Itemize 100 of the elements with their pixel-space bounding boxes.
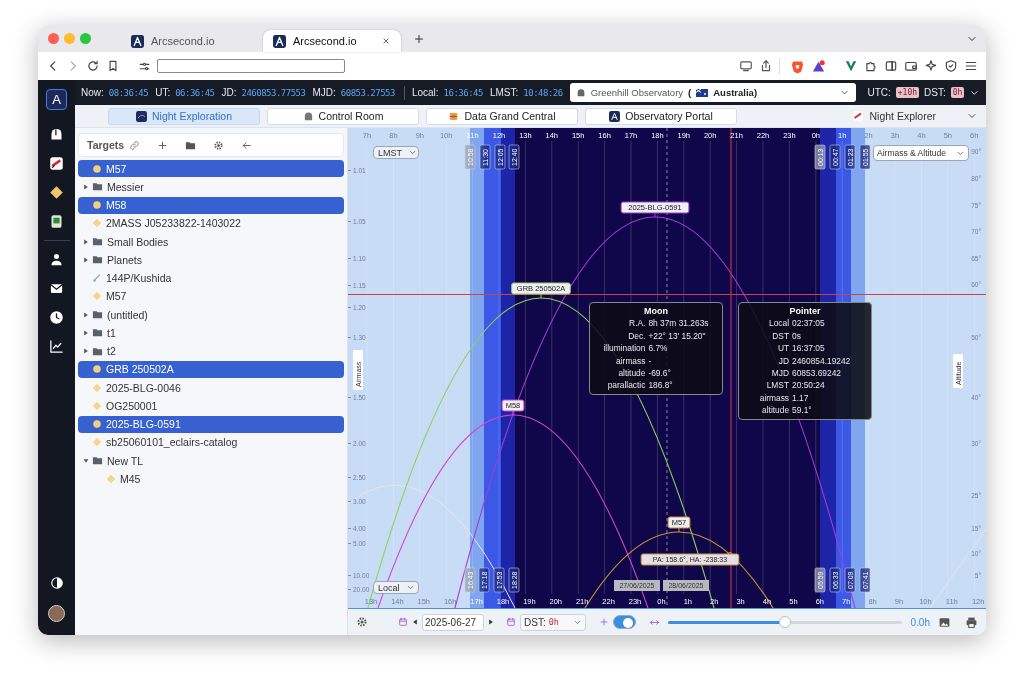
nav-tab[interactable]: Data Grand Central	[426, 107, 578, 125]
tooltip-value: 59.1°	[792, 404, 813, 417]
tree-item[interactable]: 2025-BLG-0046	[78, 379, 344, 396]
browser-tab[interactable]: Arcsecond.io	[263, 30, 401, 52]
share-icon[interactable]	[759, 59, 773, 73]
target-dot-icon	[92, 200, 102, 210]
chart-icon[interactable]	[49, 339, 64, 354]
contrast-icon[interactable]	[49, 576, 64, 590]
clock-icon[interactable]	[49, 310, 64, 325]
address-field[interactable]	[157, 59, 345, 73]
tooltip-title: Moon	[643, 305, 669, 318]
avatar[interactable]	[48, 605, 65, 622]
person-icon[interactable]	[49, 252, 64, 267]
date-field[interactable]: 2025-06-27	[422, 613, 484, 631]
previous-icon[interactable]	[412, 618, 418, 626]
sparkle-icon[interactable]	[924, 59, 938, 73]
slider-thumb[interactable]	[778, 615, 791, 628]
chevron-down-icon	[408, 148, 417, 157]
caret-icon[interactable]	[83, 456, 89, 465]
browser-tab[interactable]: Arcsecond.io	[121, 30, 259, 52]
tree-item[interactable]: M45	[78, 470, 344, 488]
tree-item[interactable]: sb25060101_eclairs-catalog	[78, 433, 344, 451]
sidebar-icon[interactable]	[884, 59, 898, 73]
wallet-icon[interactable]	[904, 59, 918, 73]
tooltip-value: 16:37:05	[792, 342, 826, 355]
add-icon[interactable]	[157, 139, 169, 151]
tree-item[interactable]: t2	[78, 342, 344, 360]
folder-icon	[92, 236, 103, 247]
tree-item[interactable]: GRB 250502A	[78, 360, 344, 378]
cast-icon[interactable]	[739, 59, 753, 73]
back-arrow-icon[interactable]	[241, 139, 253, 151]
toggle-switch[interactable]	[613, 615, 636, 629]
offset-value: 0.0h	[910, 616, 930, 628]
country-paren: (	[688, 87, 692, 98]
tree-item[interactable]: Planets	[78, 251, 344, 269]
caret-icon[interactable]	[83, 237, 89, 246]
diamond-icon	[92, 400, 102, 411]
tree-item[interactable]: 144P/Kushida	[78, 269, 344, 287]
caret-icon[interactable]	[83, 255, 89, 264]
triangle-badge-icon[interactable]	[811, 58, 826, 74]
folder-icon[interactable]	[185, 139, 197, 151]
caret-icon[interactable]	[83, 328, 89, 337]
menu-icon[interactable]	[964, 59, 978, 73]
image-icon[interactable]	[938, 615, 951, 629]
tree-item[interactable]: Small Bodies	[78, 233, 344, 250]
calendar-icon[interactable]	[398, 617, 408, 627]
calendar-icon[interactable]	[506, 617, 516, 627]
target-dot-icon	[92, 364, 102, 375]
puzzle-icon[interactable]	[864, 59, 878, 73]
tooltip-key: illumination	[594, 342, 646, 355]
observatory-select[interactable]: Greenhill Observatory ( Australia)	[569, 83, 857, 102]
tooltip-value: -	[648, 354, 653, 368]
new-tab-icon[interactable]	[413, 32, 425, 45]
clock-value: 08:36:45	[108, 87, 149, 98]
tooltip-value: 20:50:24	[792, 379, 826, 392]
workspace-select[interactable]: Night Explorer	[852, 110, 986, 122]
clock-label: Now:	[81, 87, 104, 98]
clock-label: UT:	[155, 87, 171, 98]
device-icon[interactable]	[49, 214, 64, 229]
tree-item[interactable]: M58	[78, 196, 344, 214]
v-logo-icon[interactable]	[844, 59, 858, 73]
tree-item[interactable]: (untitled)	[78, 306, 344, 323]
tooltip-title: Pointer	[788, 305, 822, 318]
dst-badge: 0h	[950, 87, 965, 98]
tooltip-value: 6.7%	[648, 342, 669, 355]
tree-item[interactable]: 2MASS J05233822-1403022	[78, 214, 344, 232]
mail-icon[interactable]	[49, 281, 64, 296]
diamond-icon[interactable]	[49, 185, 64, 200]
folder-icon	[92, 309, 103, 320]
tree-item[interactable]: New TL	[78, 452, 344, 469]
shield-icon[interactable]	[944, 59, 958, 73]
print-icon[interactable]	[965, 615, 978, 629]
dst-select[interactable]: DST: 0h	[520, 613, 586, 631]
tooltip-value: 1.17	[792, 391, 810, 405]
caret-icon[interactable]	[83, 182, 89, 191]
clock-value: 06:36:45	[175, 87, 215, 98]
next-icon[interactable]	[488, 618, 494, 626]
comet-icon	[92, 273, 102, 283]
tree-item[interactable]: M57	[78, 160, 344, 177]
diamond-icon	[106, 473, 116, 484]
tree-item[interactable]: Messier	[78, 178, 344, 196]
tree-item[interactable]: OG250001	[78, 397, 344, 415]
close-icon[interactable]	[381, 36, 391, 46]
mode-select[interactable]: Airmass & Altitude	[873, 145, 969, 161]
settings-icon[interactable]	[356, 616, 368, 628]
reload-icon[interactable]	[86, 59, 100, 73]
tree-item[interactable]: 2025-BLG-0591	[78, 415, 344, 433]
settings-icon[interactable]	[213, 139, 225, 151]
observatory-icon[interactable]	[49, 127, 64, 142]
bookmark-icon[interactable]	[106, 59, 120, 73]
tree-item[interactable]: M57	[78, 287, 344, 305]
app-logo[interactable]: A	[46, 89, 67, 110]
scale-select[interactable]: Local	[373, 581, 419, 594]
caret-icon[interactable]	[83, 310, 89, 319]
caret-icon[interactable]	[83, 347, 89, 355]
nav-tab[interactable]: Night Exploration	[108, 107, 260, 125]
nav-tab[interactable]: Control Room	[267, 107, 419, 125]
nav-tab[interactable]: Observatory Portal	[585, 107, 737, 125]
tree-item[interactable]: t1	[78, 324, 344, 342]
scale-select[interactable]: LMST	[373, 146, 419, 159]
